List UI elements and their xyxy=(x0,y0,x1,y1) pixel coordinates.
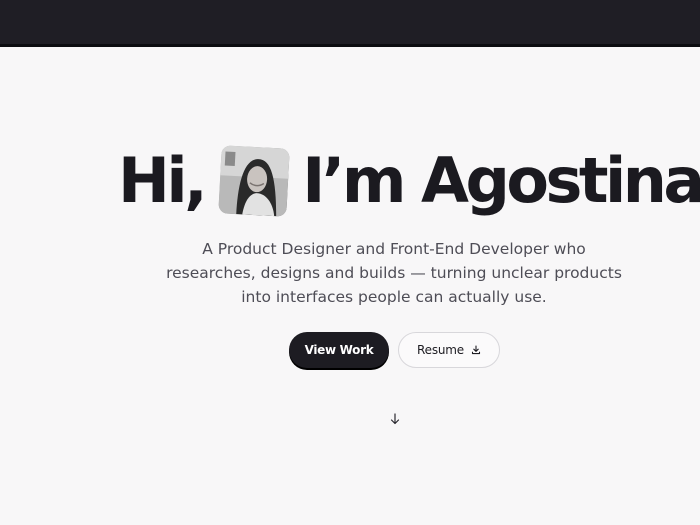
profile-photo xyxy=(218,145,290,217)
top-navigation-bar xyxy=(0,0,700,47)
hero-description-line: researches, designs and builds — turning… xyxy=(166,264,622,282)
hero-description-line: into interfaces people can actually use. xyxy=(241,288,547,306)
view-work-label: View Work xyxy=(304,343,374,357)
arrow-down-icon[interactable] xyxy=(388,412,402,426)
hero-name: I’m Agostina! xyxy=(302,144,700,217)
hero-description: A Product Designer and Front-End Develop… xyxy=(120,237,668,309)
view-work-button[interactable]: View Work xyxy=(289,332,389,368)
hero-greeting: Hi, xyxy=(118,144,208,217)
resume-button[interactable]: Resume xyxy=(398,332,500,368)
resume-label: Resume xyxy=(417,343,464,357)
hero-heading: Hi, I’m Agostina! xyxy=(118,139,700,223)
download-icon xyxy=(471,345,481,355)
hero-description-line: A Product Designer and Front-End Develop… xyxy=(202,240,586,258)
